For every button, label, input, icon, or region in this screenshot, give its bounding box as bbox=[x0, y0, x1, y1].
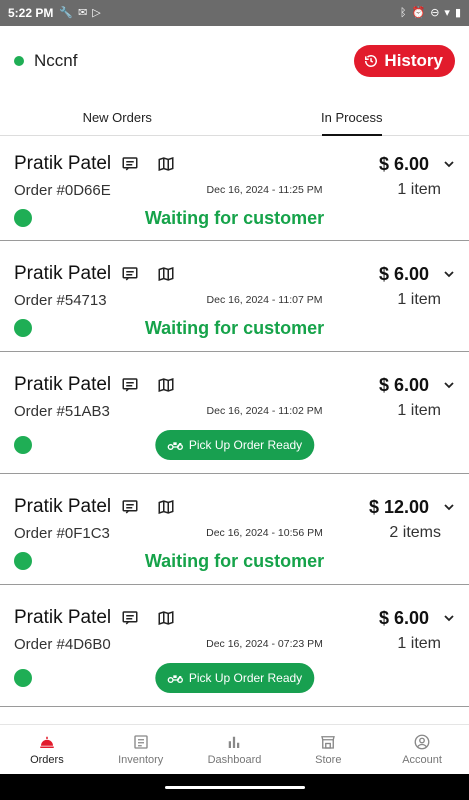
nav-store[interactable]: Store bbox=[281, 725, 375, 774]
item-count: 1 item bbox=[397, 181, 441, 198]
nav-store-label: Store bbox=[315, 754, 342, 766]
order-price: $ 6.00 bbox=[378, 607, 429, 628]
map-icon[interactable] bbox=[157, 155, 175, 173]
order-card[interactable]: Pratik Patel $ 6.00 Order #0D66E Dec 16,… bbox=[0, 137, 469, 241]
orders-list: Pratik Patel $ 6.00 Order #0D66E Dec 16,… bbox=[0, 137, 469, 707]
account-icon bbox=[414, 734, 430, 750]
status-waiting: Waiting for customer bbox=[144, 207, 325, 228]
gesture-handle[interactable] bbox=[164, 785, 305, 789]
history-icon bbox=[365, 55, 378, 67]
nav-account-label: Account bbox=[402, 754, 442, 766]
order-number: Order #0F1C3 bbox=[14, 524, 110, 542]
order-number: Order #51AB3 bbox=[14, 402, 110, 420]
bar-chart-icon bbox=[229, 736, 240, 748]
order-status-dot bbox=[14, 669, 32, 687]
nav-orders-label: Orders bbox=[30, 754, 64, 766]
map-icon[interactable] bbox=[157, 265, 175, 283]
history-button[interactable]: History bbox=[354, 45, 455, 77]
order-price: $ 12.00 bbox=[368, 496, 429, 517]
pickup-ready-button[interactable]: Pick Up Order Ready bbox=[154, 430, 315, 460]
wifi-icon: ▾ bbox=[444, 6, 450, 19]
pickup-ready-label: Pick Up Order Ready bbox=[188, 671, 303, 685]
order-timestamp: Dec 16, 2024 - 11:07 PM bbox=[206, 294, 323, 306]
pickup-ready-label: Pick Up Order Ready bbox=[188, 438, 303, 452]
order-number: Order #54713 bbox=[14, 291, 107, 309]
history-label: History bbox=[384, 51, 443, 70]
store-name: Nccnf bbox=[34, 51, 78, 70]
bell-icon bbox=[40, 736, 54, 748]
customer-name: Pratik Patel bbox=[14, 374, 112, 395]
order-timestamp: Dec 16, 2024 - 10:56 PM bbox=[206, 527, 323, 539]
message-icon[interactable] bbox=[121, 609, 139, 627]
order-number: Order #4D6B0 bbox=[14, 635, 111, 653]
order-number: Order #0D66E bbox=[14, 181, 111, 199]
order-price: $ 6.00 bbox=[378, 153, 429, 174]
order-price: $ 6.00 bbox=[378, 374, 429, 395]
item-count: 1 item bbox=[397, 402, 441, 419]
status-bar: 5:22 PM 🔧 ✉ ▷ ᛒ ⏰ ⊖ ▾ ▮ bbox=[0, 0, 469, 26]
order-card[interactable]: Pratik Patel $ 6.00 Order #51AB3 Dec 16,… bbox=[0, 352, 469, 474]
map-icon[interactable] bbox=[157, 376, 175, 394]
message-icon[interactable] bbox=[121, 376, 139, 394]
item-count: 2 items bbox=[389, 524, 441, 541]
order-timestamp: Dec 16, 2024 - 11:25 PM bbox=[206, 184, 323, 196]
order-tabs: New Orders In Process bbox=[0, 100, 469, 136]
nav-inventory[interactable]: Inventory bbox=[94, 725, 188, 774]
scooter-icon bbox=[167, 675, 183, 683]
bluetooth-icon: ᛒ bbox=[399, 6, 407, 19]
scooter-icon bbox=[167, 442, 183, 450]
store-icon bbox=[321, 736, 336, 749]
nav-account[interactable]: Account bbox=[375, 725, 469, 774]
order-timestamp: Dec 16, 2024 - 11:02 PM bbox=[206, 405, 323, 417]
bottom-nav: Orders Inventory Dashboard Store Account bbox=[0, 724, 469, 774]
nav-dashboard-label: Dashboard bbox=[207, 754, 262, 766]
customer-name: Pratik Patel bbox=[14, 496, 112, 517]
pickup-ready-button[interactable]: Pick Up Order Ready bbox=[154, 663, 315, 693]
nav-dashboard[interactable]: Dashboard bbox=[188, 725, 282, 774]
order-status-dot bbox=[14, 436, 32, 454]
chevron-down-icon[interactable] bbox=[443, 501, 455, 513]
status-waiting: Waiting for customer bbox=[144, 550, 325, 571]
nav-inventory-label: Inventory bbox=[118, 754, 164, 766]
nav-orders[interactable]: Orders bbox=[0, 725, 94, 774]
list-icon bbox=[134, 735, 148, 749]
gmail-icon: ✉ bbox=[78, 6, 88, 19]
tab-in-process[interactable]: In Process bbox=[235, 100, 469, 135]
play-icon: ▷ bbox=[92, 6, 101, 19]
status-waiting: Waiting for customer bbox=[144, 317, 325, 338]
status-time: 5:22 PM bbox=[8, 6, 54, 20]
map-icon[interactable] bbox=[157, 498, 175, 516]
item-count: 1 item bbox=[397, 635, 441, 652]
dnd-icon: ⊖ bbox=[430, 6, 440, 19]
customer-name: Pratik Patel bbox=[14, 153, 112, 174]
chevron-down-icon[interactable] bbox=[443, 268, 455, 280]
chevron-down-icon[interactable] bbox=[443, 158, 455, 170]
order-card[interactable]: Pratik Patel $ 6.00 Order #4D6B0 Dec 16,… bbox=[0, 585, 469, 707]
order-card[interactable]: Pratik Patel $ 6.00 Order #54713 Dec 16,… bbox=[0, 241, 469, 352]
chevron-down-icon[interactable] bbox=[443, 612, 455, 624]
alarm-icon: ⏰ bbox=[411, 6, 426, 19]
order-timestamp: Dec 16, 2024 - 07:23 PM bbox=[206, 638, 323, 650]
item-count: 1 item bbox=[397, 291, 441, 308]
system-nav-bar bbox=[0, 774, 469, 800]
customer-name: Pratik Patel bbox=[14, 607, 112, 628]
order-price: $ 6.00 bbox=[378, 263, 429, 284]
map-icon[interactable] bbox=[157, 609, 175, 627]
wrench-icon: 🔧 bbox=[59, 6, 74, 19]
header: Nccnf History bbox=[0, 26, 469, 96]
online-status-dot bbox=[14, 56, 24, 66]
chevron-down-icon[interactable] bbox=[443, 379, 455, 391]
message-icon[interactable] bbox=[121, 265, 139, 283]
order-card[interactable]: Pratik Patel $ 12.00 Order #0F1C3 Dec 16… bbox=[0, 474, 469, 585]
customer-name: Pratik Patel bbox=[14, 263, 112, 284]
message-icon[interactable] bbox=[121, 155, 139, 173]
message-icon[interactable] bbox=[121, 498, 139, 516]
battery-icon: ▮ bbox=[454, 6, 461, 19]
tab-new-orders[interactable]: New Orders bbox=[0, 100, 235, 135]
